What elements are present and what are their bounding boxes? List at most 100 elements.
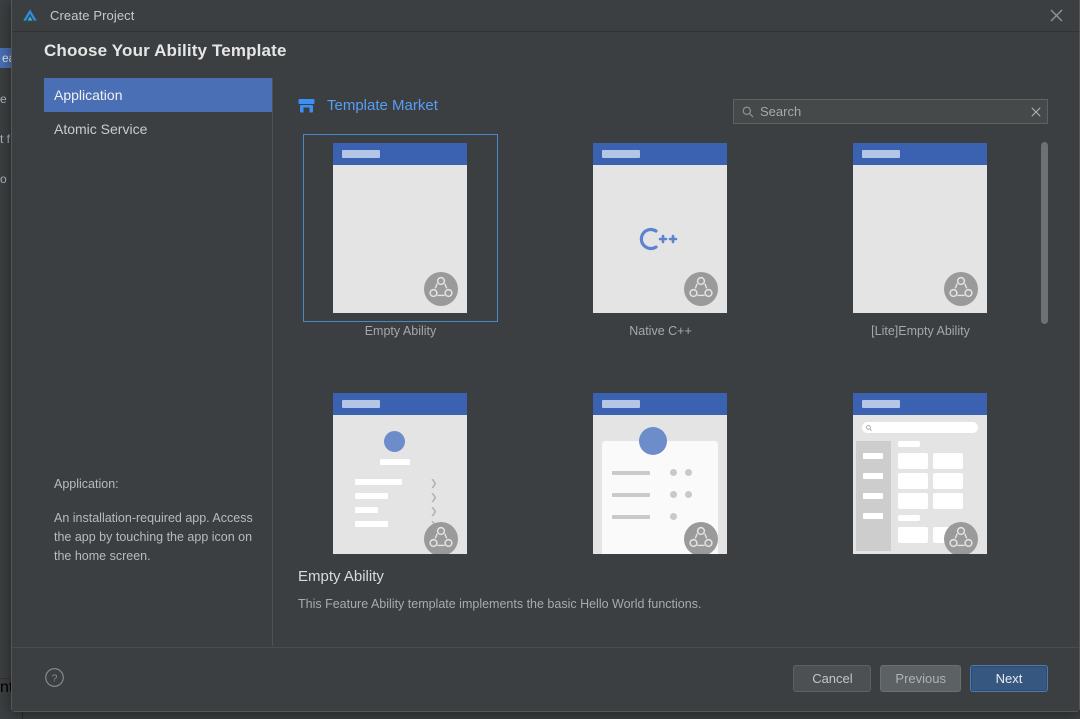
- store-icon: [298, 98, 315, 112]
- preview-tile: [898, 527, 928, 543]
- sidebar-item-label: Atomic Service: [54, 121, 148, 137]
- chevron-right-icon: ❯: [430, 492, 438, 502]
- card-caption: Native C++: [629, 324, 692, 338]
- preview-topbar: [853, 143, 987, 165]
- cpp-logo-icon: [639, 227, 678, 251]
- search-input[interactable]: [754, 104, 1025, 119]
- category-description: Application: An installation-required ap…: [54, 475, 259, 566]
- template-detail-description: This Feature Ability template implements…: [298, 597, 702, 611]
- template-market-label: Template Market: [327, 97, 438, 114]
- preview-topbar-stub: [342, 400, 380, 408]
- preview-topbar: [333, 143, 467, 165]
- close-button[interactable]: [1033, 0, 1079, 31]
- deveco-logo-icon: [23, 8, 37, 21]
- dialog-title: Create Project: [50, 8, 135, 23]
- page-title: Choose Your Ability Template: [44, 41, 287, 60]
- template-grid: Empty Ability Native C++ [Lite]Empty Abi…: [293, 134, 1033, 554]
- preview-tile: [898, 441, 920, 447]
- preview-topbar-stub: [862, 400, 900, 408]
- card-preview: [333, 143, 467, 313]
- sidebar-item-label: Application: [54, 87, 123, 103]
- close-icon: [1050, 9, 1062, 22]
- preview-bar: [612, 493, 650, 497]
- next-button-label: Next: [995, 671, 1023, 686]
- preview-topbar-stub: [342, 150, 380, 158]
- preview-topbar: [593, 393, 727, 415]
- template-card-native-cpp[interactable]: Native C++: [563, 134, 758, 338]
- template-card-dashboard-grid[interactable]: [823, 384, 1018, 554]
- template-grid-scrollbar[interactable]: [1041, 142, 1048, 562]
- preview-topbar: [593, 143, 727, 165]
- card-preview: [593, 393, 727, 554]
- scrollbar-thumb[interactable]: [1041, 142, 1048, 324]
- search-icon: [866, 425, 872, 431]
- chevron-right-icon: ❯: [430, 478, 438, 488]
- harmony-badge-icon: [424, 522, 458, 554]
- card-caption: [Lite]Empty Ability: [871, 324, 970, 338]
- harmony-badge-icon: [424, 272, 458, 306]
- cancel-button[interactable]: Cancel: [793, 665, 872, 692]
- next-button[interactable]: Next: [970, 665, 1048, 692]
- preview-dot: [670, 469, 677, 476]
- preview-bar: [612, 471, 650, 475]
- preview-tile: [898, 493, 928, 509]
- preview-topbar: [333, 393, 467, 415]
- template-card-empty-ability[interactable]: Empty Ability: [303, 134, 498, 338]
- preview-topbar-stub: [602, 400, 640, 408]
- preview-bar: [863, 453, 883, 459]
- previous-button[interactable]: Previous: [880, 665, 961, 692]
- preview-dot: [670, 513, 677, 520]
- preview-bar: [355, 493, 388, 499]
- preview-dot: [685, 469, 692, 476]
- chevron-right-icon: ❯: [430, 506, 438, 516]
- template-card-profile-list[interactable]: ❯ ❯ ❯ ❯: [303, 384, 498, 554]
- template-card-lite-empty-ability[interactable]: [Lite]Empty Ability: [823, 134, 1018, 338]
- previous-button-label: Previous: [895, 671, 946, 686]
- category-description-body: An installation-required app. Access the…: [54, 511, 253, 563]
- template-detail-title: Empty Ability: [298, 568, 384, 585]
- card-preview: [853, 393, 987, 554]
- preview-tile: [898, 515, 920, 521]
- create-project-dialog: Create Project Choose Your Ability Templ…: [11, 0, 1080, 712]
- dialog-titlebar: Create Project: [12, 0, 1079, 32]
- preview-tile: [898, 453, 928, 469]
- cancel-button-label: Cancel: [812, 671, 853, 686]
- preview-tile: [933, 473, 963, 489]
- category-sidebar: Application Atomic Service Application: …: [44, 78, 273, 646]
- backdrop-fragment-2: t f: [0, 132, 11, 146]
- backdrop-fragment-1: e: [0, 92, 7, 106]
- preview-tile: [933, 453, 963, 469]
- search-icon: [742, 106, 754, 117]
- search-clear-button[interactable]: [1025, 100, 1047, 123]
- preview-tile: [898, 473, 928, 489]
- preview-dot: [685, 491, 692, 498]
- preview-bar: [863, 493, 883, 499]
- preview-bar: [612, 515, 650, 519]
- sidebar-item-application[interactable]: Application: [44, 78, 272, 112]
- preview-bar: [355, 507, 378, 513]
- category-description-title: Application:: [54, 477, 119, 491]
- harmony-badge-icon: [684, 522, 718, 554]
- footer-button-group: Cancel Previous Next: [793, 665, 1048, 692]
- preview-tile: [933, 493, 963, 509]
- svg-text:?: ?: [52, 673, 58, 685]
- harmony-badge-icon: [944, 522, 978, 554]
- template-market-link[interactable]: Template Market: [298, 97, 438, 114]
- avatar: [639, 427, 667, 455]
- preview-dot: [670, 491, 677, 498]
- preview-topbar-stub: [602, 150, 640, 158]
- preview-bar: [863, 473, 883, 479]
- preview-topbar-stub: [862, 150, 900, 158]
- help-icon[interactable]: ?: [44, 667, 65, 688]
- preview-bar: [863, 513, 883, 519]
- clear-x-icon: [1031, 106, 1041, 117]
- card-preview: ❯ ❯ ❯ ❯: [333, 393, 467, 554]
- card-preview: [853, 143, 987, 313]
- preview-bar: [380, 459, 410, 465]
- sidebar-item-atomic-service[interactable]: Atomic Service: [44, 112, 272, 146]
- template-card-avatar-card[interactable]: [563, 384, 758, 554]
- template-pane: Template Market Search Empty Ability Nat…: [287, 78, 1049, 646]
- preview-search-bar: [862, 422, 978, 433]
- backdrop-fragment-3: o: [0, 172, 7, 186]
- search-box[interactable]: [733, 99, 1048, 124]
